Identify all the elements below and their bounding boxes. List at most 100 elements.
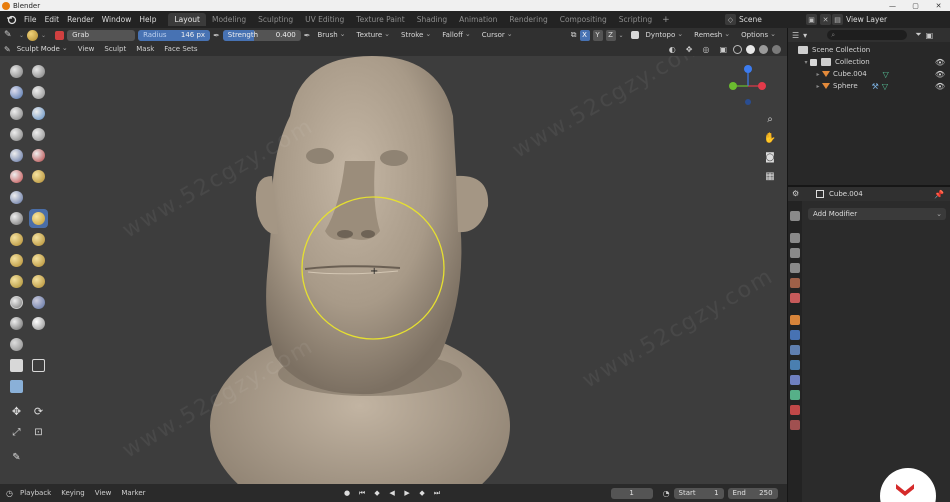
tab-animation[interactable]: Animation <box>453 13 503 26</box>
tool-rotate-transform[interactable]: ⟳ <box>29 402 48 421</box>
menu-face-sets[interactable]: Face Sets <box>160 45 201 53</box>
cursor-menu[interactable]: Cursor <box>478 30 517 41</box>
timeline-editor-icon[interactable]: ◷ <box>6 489 13 498</box>
menu-view[interactable]: View <box>74 45 99 53</box>
close-button[interactable]: ✕ <box>927 0 950 11</box>
gizmo-icon[interactable]: ✥ <box>686 45 693 54</box>
visibility-eye-icon[interactable]: 👁 <box>935 82 945 91</box>
tool-cloth[interactable] <box>29 314 48 333</box>
menu-mask[interactable]: Mask <box>132 45 158 53</box>
tool-layer[interactable] <box>29 104 48 123</box>
menu-render[interactable]: Render <box>63 15 98 24</box>
tool-pinch[interactable] <box>7 230 26 249</box>
radius-slider[interactable]: Radius 146 px <box>138 29 211 41</box>
mirror-y-toggle[interactable]: Y <box>592 29 603 41</box>
menu-playback[interactable]: Playback <box>17 489 54 497</box>
brush-preview-icon[interactable] <box>27 29 39 41</box>
tool-nudge[interactable] <box>29 272 48 291</box>
tool-draw[interactable] <box>7 62 26 81</box>
tool-elastic-deform[interactable] <box>29 230 48 249</box>
physics-tab-icon[interactable] <box>790 360 800 370</box>
tab-layout[interactable]: Layout <box>168 13 206 26</box>
texture-tab-icon[interactable] <box>790 420 800 430</box>
visibility-eye-icon[interactable]: 👁 <box>935 70 945 79</box>
tool-slide-relax[interactable] <box>29 293 48 312</box>
tab-modeling[interactable]: Modeling <box>206 13 252 26</box>
tab-uv-editing[interactable]: UV Editing <box>299 13 350 26</box>
tool-face-set[interactable] <box>7 377 26 396</box>
tool-boundary[interactable] <box>7 314 26 333</box>
menu-timeline-view[interactable]: View <box>92 489 115 497</box>
menu-window[interactable]: Window <box>98 15 136 24</box>
tab-rendering[interactable]: Rendering <box>503 13 553 26</box>
outliner-row-cube004[interactable]: ▸ Cube.004 ▽ 👁 <box>788 68 950 80</box>
current-frame-field[interactable]: 1 <box>610 487 653 499</box>
outliner-row-collection[interactable]: ▾ Collection 👁 <box>788 56 950 68</box>
tab-shading[interactable]: Shading <box>411 13 453 26</box>
visibility-icon[interactable]: ◐ <box>669 45 676 54</box>
tool-clay-strips[interactable] <box>29 83 48 102</box>
tool-box-mask[interactable] <box>29 356 48 375</box>
tool-thumb[interactable] <box>29 251 48 270</box>
filter-icon[interactable]: ▾ <box>803 31 807 40</box>
play-icon[interactable]: ▶ <box>402 488 413 499</box>
strength-slider[interactable]: Strength 0.400 <box>222 29 301 41</box>
jump-end-icon[interactable]: ⏭ <box>432 488 443 499</box>
camera-view-icon[interactable]: ◙ <box>762 149 778 165</box>
tool-clay[interactable] <box>7 83 26 102</box>
brush-menu[interactable]: Brush <box>313 30 349 41</box>
end-frame-field[interactable]: End 250 <box>727 487 778 499</box>
tool-fill[interactable] <box>29 167 48 186</box>
prev-keyframe-icon[interactable]: ◆ <box>372 488 383 499</box>
minimize-button[interactable]: — <box>881 0 904 11</box>
texture-menu[interactable]: Texture <box>353 30 395 41</box>
shading-material-icon[interactable] <box>759 44 768 54</box>
tool-simplify[interactable] <box>7 335 26 354</box>
remove-scene-icon[interactable]: ✕ <box>820 14 831 25</box>
menu-keying[interactable]: Keying <box>58 489 88 497</box>
tab-texture-paint[interactable]: Texture Paint <box>350 13 410 26</box>
tool-grab[interactable] <box>29 209 48 228</box>
tool-rotate[interactable] <box>7 293 26 312</box>
add-workspace-button[interactable]: + <box>658 15 674 25</box>
tool-tab-icon[interactable] <box>790 211 800 221</box>
next-keyframe-icon[interactable]: ◆ <box>417 488 428 499</box>
checkbox-icon[interactable] <box>810 58 817 66</box>
mode-selector[interactable]: Sculpt Mode <box>13 44 72 55</box>
tab-compositing[interactable]: Compositing <box>554 13 613 26</box>
menu-marker[interactable]: Marker <box>118 489 148 497</box>
shading-rendered-icon[interactable] <box>772 44 781 54</box>
tool-clay-thumb[interactable] <box>7 104 26 123</box>
modifier-tab-icon[interactable] <box>790 330 800 340</box>
remesh-menu[interactable]: Remesh <box>690 30 734 41</box>
menu-file[interactable]: File <box>20 15 41 24</box>
xray-icon[interactable]: ▣ <box>719 45 727 54</box>
render-tab-icon[interactable] <box>790 233 800 243</box>
dyntopo-menu[interactable]: Dyntopo <box>642 30 688 41</box>
tool-transform[interactable]: ⊡ <box>29 423 48 442</box>
navigation-gizmo[interactable] <box>720 60 770 110</box>
maximize-button[interactable]: ▢ <box>904 0 927 11</box>
tool-draw-sharp[interactable] <box>29 62 48 81</box>
falloff-menu[interactable]: Falloff <box>438 30 475 41</box>
outliner-row-sphere[interactable]: ▸ Sphere ⚒ ▽ 👁 <box>788 80 950 92</box>
scene-tab-icon[interactable] <box>790 278 800 288</box>
pressure-radius-icon[interactable]: ✒ <box>213 31 220 40</box>
play-reverse-icon[interactable]: ◀ <box>387 488 398 499</box>
view-layer-selector[interactable]: ▤ View Layer <box>832 13 942 26</box>
tool-inflate[interactable] <box>7 125 26 144</box>
tab-scripting[interactable]: Scripting <box>613 13 658 26</box>
outliner-row-scene-collection[interactable]: Scene Collection <box>788 44 950 56</box>
outliner-filter-icon[interactable]: ⏷ <box>915 30 921 40</box>
pin-icon[interactable]: 📌 <box>934 190 944 199</box>
new-scene-icon[interactable]: ▣ <box>806 14 817 25</box>
constraints-tab-icon[interactable] <box>790 375 800 385</box>
tool-move[interactable]: ✥ <box>7 402 26 421</box>
view-layer-tab-icon[interactable] <box>790 263 800 273</box>
data-tab-icon[interactable] <box>790 390 800 400</box>
menu-edit[interactable]: Edit <box>41 15 64 24</box>
add-modifier-dropdown[interactable]: Add Modifier ⌄ <box>808 208 946 220</box>
perspective-grid-icon[interactable]: ▦ <box>762 168 778 184</box>
tool-smooth[interactable] <box>29 146 48 165</box>
mirror-x-toggle[interactable]: X <box>579 29 590 41</box>
